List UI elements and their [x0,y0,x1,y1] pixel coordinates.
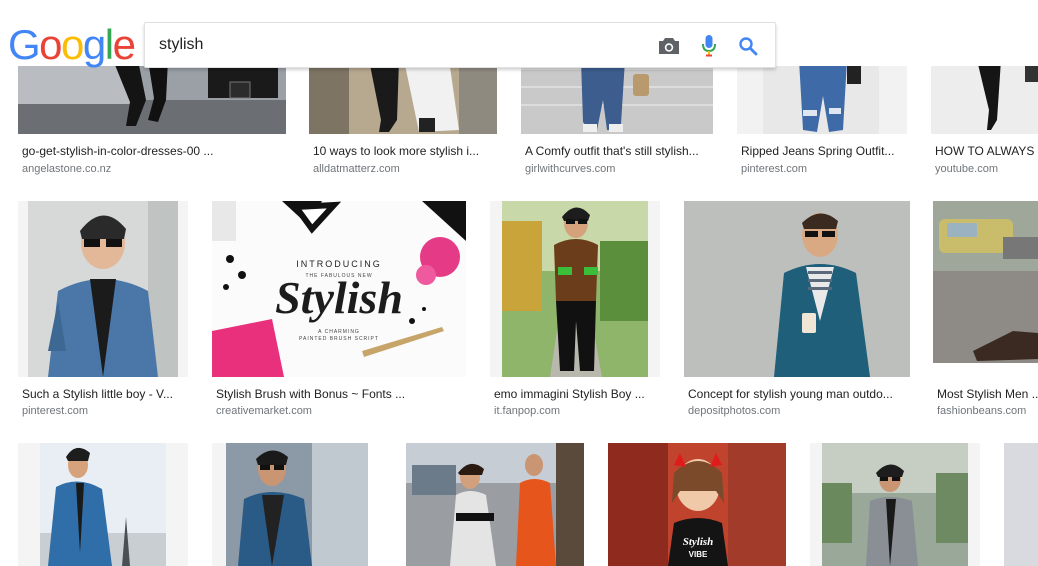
result-title[interactable]: Most Stylish Men ... [937,387,1038,401]
logo-letter: o [61,21,84,68]
result-card-2-2[interactable]: INTRODUCING THE FABULOUS NEW Stylish A C… [212,201,468,421]
brush-word-text: Stylish [275,272,403,323]
result-thumbnail[interactable] [18,60,286,134]
result-source: girlwithcurves.com [525,163,616,175]
result-thumbnail[interactable] [490,201,660,377]
image-results-grid: go-get-stylish-in-color-dresses-00 ... a… [0,0,1038,566]
result-card-1-3[interactable]: A Comfy outfit that's still stylish... g… [521,60,715,180]
result-thumbnail[interactable] [933,201,1038,363]
result-title[interactable]: Such a Stylish little boy - V... [22,387,190,401]
result-source: angelastone.co.nz [22,163,112,175]
result-card-2-1[interactable]: Such a Stylish little boy - V... pintere… [18,201,190,421]
result-title[interactable]: Ripped Jeans Spring Outfit... [741,144,909,158]
result-card-2-3[interactable]: emo immagini Stylish Boy ... it.fanpop.c… [490,201,662,421]
result-card-3-5[interactable] [810,443,982,566]
result-title[interactable]: Concept for stylish young man outdo... [688,387,912,401]
result-source: pinterest.com [22,405,89,417]
logo-letter: o [39,21,62,68]
result-card-2-4[interactable]: Concept for stylish young man outdo... d… [684,201,912,421]
result-card-1-2[interactable]: 10 ways to look more stylish i... alldat… [309,60,499,180]
result-title[interactable]: emo immagini Stylish Boy ... [494,387,662,401]
result-thumbnail[interactable] [1004,443,1038,566]
result-source: pinterest.com [741,163,808,175]
result-card-3-6[interactable] [1004,443,1038,566]
logo-letter: e [112,21,136,68]
microphone-icon[interactable] [697,34,721,58]
result-source: depositphotos.com [688,405,781,417]
shirt-line2-text: VIBE [689,550,708,559]
result-card-3-4[interactable]: Stylish VIBE [608,443,788,566]
result-source: fashionbeans.com [937,405,1027,417]
result-card-2-5[interactable]: Most Stylish Men ... fashionbeans.com [933,201,1038,421]
result-thumbnail[interactable]: INTRODUCING THE FABULOUS NEW Stylish A C… [212,201,466,377]
result-thumbnail[interactable] [931,60,1038,134]
shirt-line1-text: Stylish [683,536,714,548]
brush-introducing-text: INTRODUCING [296,259,382,269]
result-title[interactable]: go-get-stylish-in-color-dresses-00 ... [22,144,284,158]
brush-line2-text: PAINTED BRUSH SCRIPT [299,336,379,342]
result-source: alldatmatterz.com [313,163,400,175]
logo-letter: g [82,21,106,68]
result-card-3-2[interactable] [212,443,370,566]
brush-line1-text: A CHARMING [318,329,360,335]
result-source: youtube.com [935,163,998,175]
search-header: Google [0,0,1038,68]
search-icon[interactable] [736,34,760,58]
result-thumbnail[interactable] [309,60,497,134]
result-thumbnail[interactable] [684,201,910,377]
result-card-1-1[interactable]: go-get-stylish-in-color-dresses-00 ... a… [18,60,286,180]
search-input[interactable] [159,33,639,57]
result-card-1-4[interactable]: Ripped Jeans Spring Outfit... pinterest.… [737,60,909,180]
result-thumbnail[interactable]: Stylish VIBE [608,443,786,566]
result-title[interactable]: A Comfy outfit that's still stylish... [525,144,713,158]
result-thumbnail[interactable] [18,443,188,566]
result-thumbnail[interactable] [18,201,188,377]
result-thumbnail[interactable] [212,443,368,566]
result-card-1-5[interactable]: HOW TO ALWAYS youtube.com [931,60,1038,180]
result-card-3-3[interactable] [406,443,586,566]
result-thumbnail[interactable] [406,443,584,566]
result-title[interactable]: HOW TO ALWAYS [935,144,1038,158]
camera-icon[interactable] [657,34,681,58]
result-title[interactable]: Stylish Brush with Bonus ~ Fonts ... [216,387,468,401]
result-card-3-1[interactable] [18,443,190,566]
result-source: it.fanpop.com [494,405,561,417]
logo-letter: G [8,21,41,68]
google-logo[interactable]: Google [8,21,136,68]
result-source: creativemarket.com [216,405,312,417]
result-thumbnail[interactable] [521,60,713,134]
result-thumbnail[interactable] [810,443,980,566]
search-box[interactable] [144,22,776,68]
result-thumbnail[interactable] [737,60,907,134]
logo-letter: l [104,21,114,68]
result-title[interactable]: 10 ways to look more stylish i... [313,144,499,158]
